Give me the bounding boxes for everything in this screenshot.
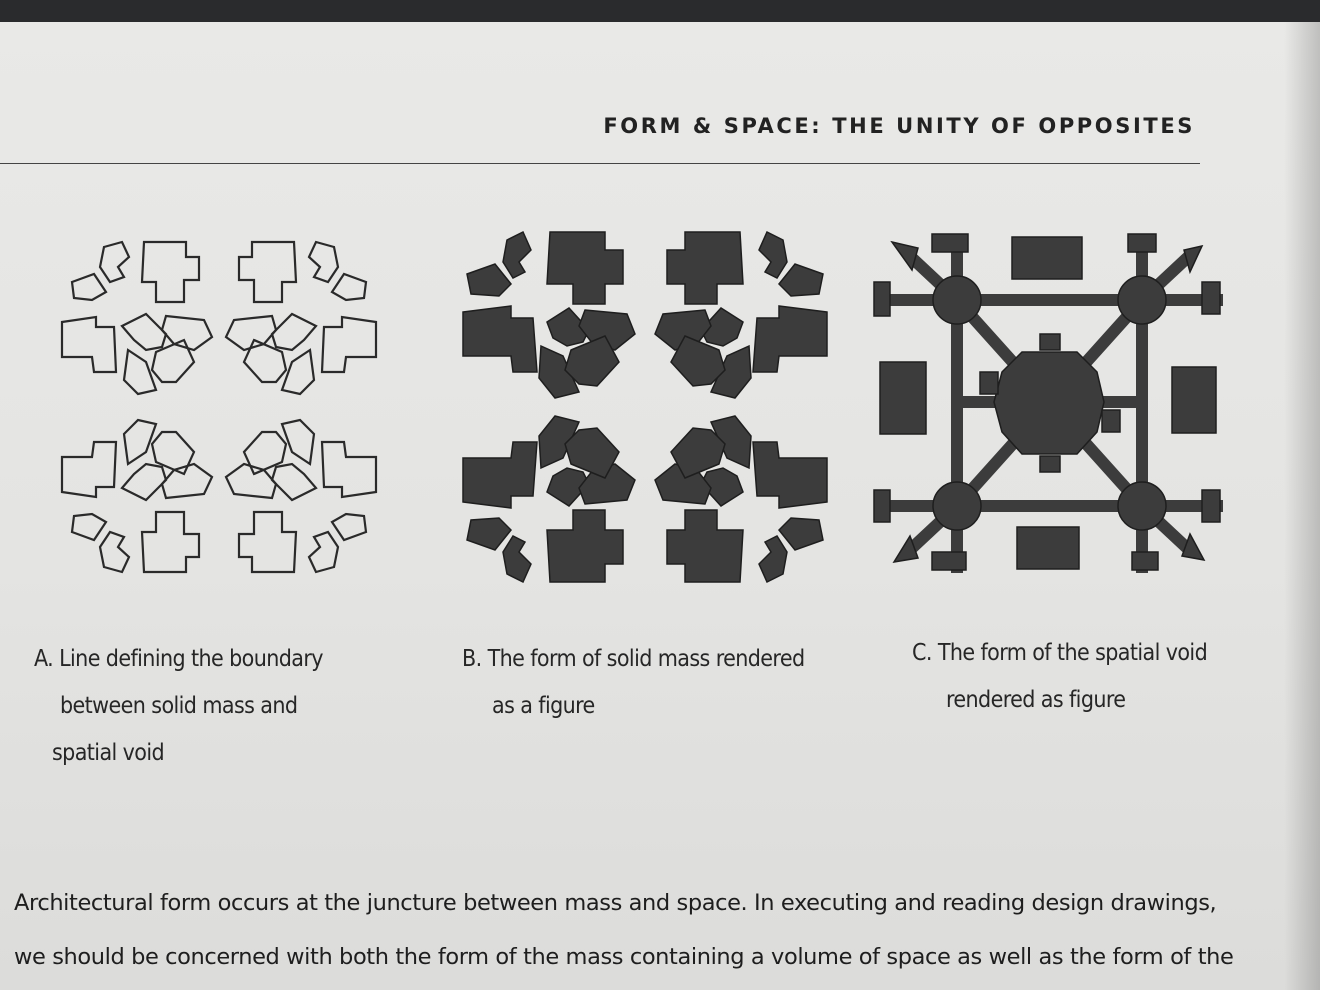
figure-c-drawing [873, 233, 1223, 573]
body-line-1: Architectural form occurs at the junctur… [14, 890, 1217, 916]
caption-c-line-1: The form of the spatial void [937, 640, 1208, 666]
caption-a-line-3: spatial void [52, 740, 165, 766]
caption-c-letter: C. [912, 640, 932, 666]
caption-b-line-2: as a figure [492, 693, 595, 719]
figure-c-spatial-void-plan [872, 222, 1227, 584]
page-edge-shadow [1284, 22, 1320, 990]
caption-a-line-2: between solid mass and [60, 693, 298, 719]
body-paragraph: Architectural form occurs at the junctur… [14, 876, 1234, 984]
caption-b-line-1: The form of solid mass rendered [487, 646, 806, 672]
running-head: FORM & SPACE: THE UNITY OF OPPOSITES [603, 114, 1195, 138]
body-line-2: we should be concerned with both the for… [14, 944, 1234, 970]
figure-b-solid-mass-plan [455, 222, 835, 592]
caption-c: C. The form of the spatial void rendered… [912, 630, 1212, 724]
figure-a-outline-plan [34, 222, 404, 592]
figure-a-drawing [60, 240, 378, 574]
caption-a-letter: A. [34, 646, 54, 672]
caption-a-line-1: Line defining the boundary [59, 646, 323, 672]
caption-a: A. Line defining the boundary between so… [34, 636, 334, 777]
caption-c-line-2: rendered as figure [946, 687, 1126, 713]
header-rule [0, 163, 1200, 164]
figure-b-drawing [462, 231, 828, 583]
caption-b: B. The form of solid mass rendered as a … [462, 636, 852, 730]
caption-b-letter: B. [462, 646, 482, 672]
